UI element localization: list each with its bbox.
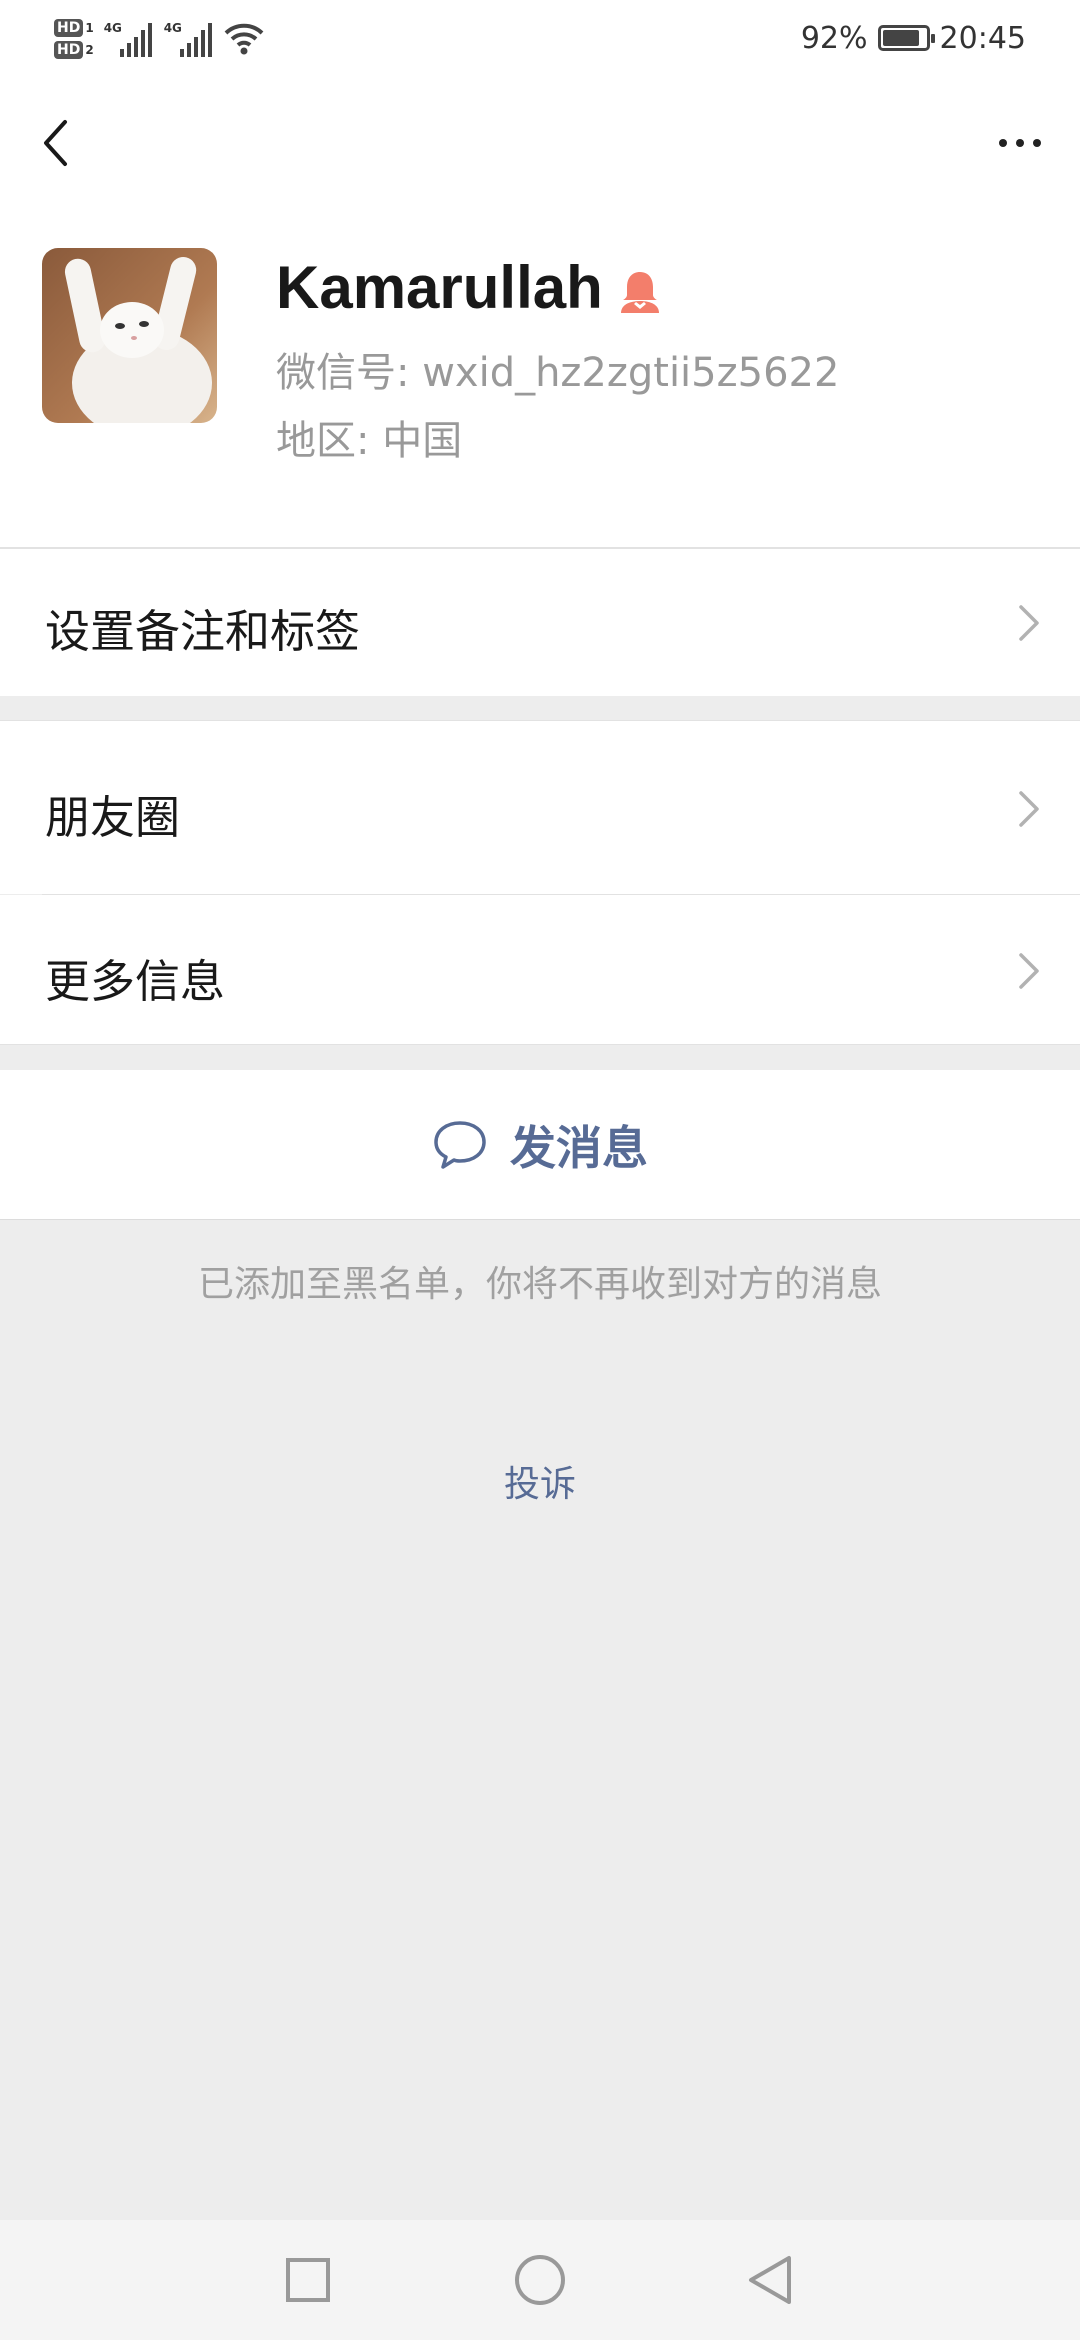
blacklist-notice: 已添加至黑名单，你将不再收到对方的消息 — [197, 1264, 882, 1305]
hd-label: HD — [54, 19, 84, 37]
moments-label: 朋友圈 — [45, 791, 181, 844]
network-type-label: 4G — [163, 21, 182, 35]
chat-bubble-icon — [434, 1120, 486, 1169]
battery-percentage: 92% — [800, 20, 868, 56]
chevron-right-icon — [1019, 953, 1039, 989]
profile-header: Kamarullah 微信号: wxid_hz2zgtii5z5622 地区: … — [0, 78, 1080, 548]
female-icon — [620, 271, 659, 313]
signal-sim2: 4G — [164, 21, 212, 57]
square-icon — [286, 2258, 330, 2302]
circle-icon — [515, 2255, 565, 2305]
status-right: 92% 20:45 — [801, 18, 1026, 58]
cat-avatar-image — [42, 248, 217, 423]
triangle-back-icon — [749, 2256, 791, 2304]
remark-and-tags-label: 设置备注和标签 — [45, 605, 361, 658]
status-left: HD 1 HD 2 4G 4G — [54, 10, 264, 68]
status-bar: HD 1 HD 2 4G 4G 92% 20:45 — [0, 0, 1080, 78]
more-options-button[interactable] — [980, 108, 1060, 178]
recents-button[interactable] — [278, 2250, 338, 2310]
hd-sim-number: 2 — [85, 43, 94, 57]
hd-badge-2: HD 2 — [54, 41, 94, 59]
dot-icon — [1033, 139, 1041, 147]
avatar[interactable] — [42, 248, 217, 423]
region: 地区: 中国 — [276, 418, 463, 464]
dot-icon — [999, 139, 1007, 147]
system-navigation-bar — [0, 2220, 1080, 2340]
more-info-label: 更多信息 — [45, 955, 226, 1008]
chevron-right-icon — [1019, 791, 1039, 827]
home-button[interactable] — [510, 2250, 570, 2310]
signal-sim1: 4G — [104, 21, 152, 57]
moments-item[interactable]: 朋友圈 — [0, 720, 1080, 894]
signal-bars-icon — [119, 23, 152, 57]
battery-icon — [877, 25, 935, 51]
remark-and-tags-item[interactable]: 设置备注和标签 — [0, 548, 1080, 696]
more-info-item[interactable]: 更多信息 — [0, 895, 1080, 1045]
back-arrow-icon — [44, 120, 67, 166]
nav-back-button[interactable] — [740, 2250, 800, 2310]
send-message-label: 发消息 — [510, 1120, 648, 1175]
back-button[interactable] — [26, 108, 86, 178]
hd-sim-number: 1 — [85, 21, 94, 35]
profile-name: Kamarullah — [276, 254, 603, 321]
signal-bars-icon — [179, 23, 212, 57]
hd-indicators: HD 1 HD 2 — [54, 19, 94, 59]
chevron-right-icon — [1019, 605, 1039, 641]
hd-label: HD — [54, 41, 84, 59]
hd-badge-1: HD 1 — [54, 19, 94, 37]
profile-name-row: Kamarullah — [276, 253, 663, 322]
contact-profile-screen: HD 1 HD 2 4G 4G 92% 20:45 Kamarullah 微信号… — [0, 0, 1080, 2340]
network-type-label: 4G — [103, 21, 122, 35]
dot-icon — [1016, 139, 1024, 147]
send-message-button[interactable]: 发消息 — [0, 1070, 1080, 1220]
wechat-id: 微信号: wxid_hz2zgtii5z5622 — [276, 350, 840, 396]
wifi-icon — [224, 23, 264, 55]
complain-link[interactable]: 投诉 — [0, 1455, 1080, 1507]
clock: 20:45 — [939, 20, 1026, 56]
